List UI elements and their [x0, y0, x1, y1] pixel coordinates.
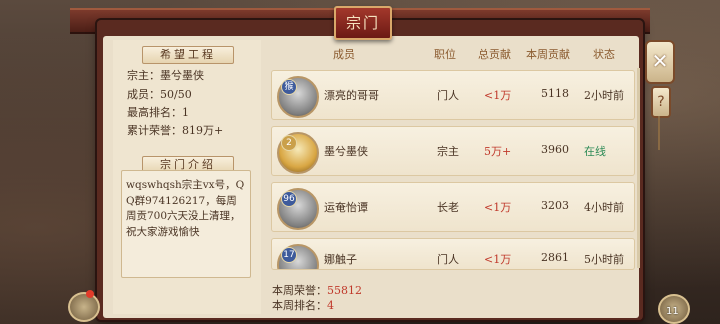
member-name: 漂亮的哥哥 [324, 89, 379, 102]
member-status: 4小时前 [584, 201, 624, 214]
chat-button[interactable] [68, 292, 100, 322]
member-weekly-contribution: 3203 [541, 199, 569, 212]
week-honor-label: 本周荣誉： [272, 284, 327, 297]
member-total-contribution: 5万+ [484, 145, 512, 158]
member-row[interactable]: 17 娜触子 门人 <1万 2861 5小时前 [271, 238, 635, 270]
member-position: 门人 [437, 89, 459, 102]
member-level-badge: 2 [281, 135, 297, 151]
close-icon: ✕ [651, 49, 669, 73]
sect-highest-rank: 最高排名：1 [127, 106, 189, 119]
help-button[interactable]: ? [651, 86, 671, 118]
col-member: 成员 [333, 48, 355, 61]
member-row[interactable]: 猴 漂亮的哥哥 门人 <1万 5118 2小时前 [271, 70, 635, 120]
member-level-badge: 17 [281, 247, 297, 263]
notification-dot [86, 290, 94, 298]
member-position: 长老 [437, 201, 459, 214]
project-heading: 希望工程 [142, 46, 234, 64]
member-name: 运奄怡谭 [324, 201, 368, 214]
lantern-cord [658, 116, 660, 150]
member-avatar[interactable]: 猴 [277, 76, 319, 118]
member-weekly-contribution: 3960 [541, 143, 569, 156]
week-honor-value: 55812 [327, 284, 362, 297]
member-avatar[interactable]: 96 [277, 188, 319, 230]
member-status: 在线 [584, 145, 606, 158]
member-name: 娜触子 [324, 253, 357, 266]
week-honor: 本周荣誉：55812 [272, 282, 362, 298]
member-avatar[interactable]: 2 [277, 132, 319, 174]
col-total: 总贡献 [478, 48, 511, 61]
week-rank-label: 本周排名： [272, 299, 327, 312]
question-icon: ? [657, 94, 665, 110]
sect-leader: 宗主：墨兮墨侠 [127, 69, 204, 82]
member-level-badge: 猴 [281, 79, 297, 95]
member-status: 5小时前 [584, 253, 624, 266]
member-name: 墨兮墨侠 [324, 145, 368, 158]
member-total-contribution: <1万 [484, 253, 512, 266]
intro-text: wqswhqsh宗主vx号，QQ群974126217，每周周贡700六天没上清理… [126, 179, 245, 238]
member-position: 门人 [437, 253, 459, 266]
member-position: 宗主 [437, 145, 459, 158]
menu-count: 11 [666, 306, 679, 317]
member-status: 2小时前 [584, 89, 624, 102]
member-total-contribution: <1万 [484, 201, 512, 214]
window-title: 宗门 [334, 6, 392, 40]
col-position: 职位 [434, 48, 456, 61]
col-weekly: 本周贡献 [526, 48, 570, 61]
week-rank-value: 4 [327, 299, 334, 312]
close-button[interactable]: ✕ [645, 40, 675, 84]
sect-members-count: 成员：50/50 [127, 88, 192, 101]
member-level-badge: 96 [281, 191, 297, 207]
member-weekly-contribution: 2861 [541, 251, 569, 264]
sect-total-honor: 累计荣誉：819万+ [127, 124, 224, 137]
week-rank: 本周排名：4 [272, 297, 334, 313]
member-total-contribution: <1万 [484, 89, 512, 102]
col-status: 状态 [593, 48, 615, 61]
member-row[interactable]: 96 运奄怡谭 长老 <1万 3203 4小时前 [271, 182, 635, 232]
member-row[interactable]: 2 墨兮墨侠 宗主 5万+ 3960 在线 [271, 126, 635, 176]
member-weekly-contribution: 5118 [541, 87, 569, 100]
member-avatar[interactable]: 17 [277, 244, 319, 269]
member-list-scrollbar[interactable] [637, 68, 640, 268]
